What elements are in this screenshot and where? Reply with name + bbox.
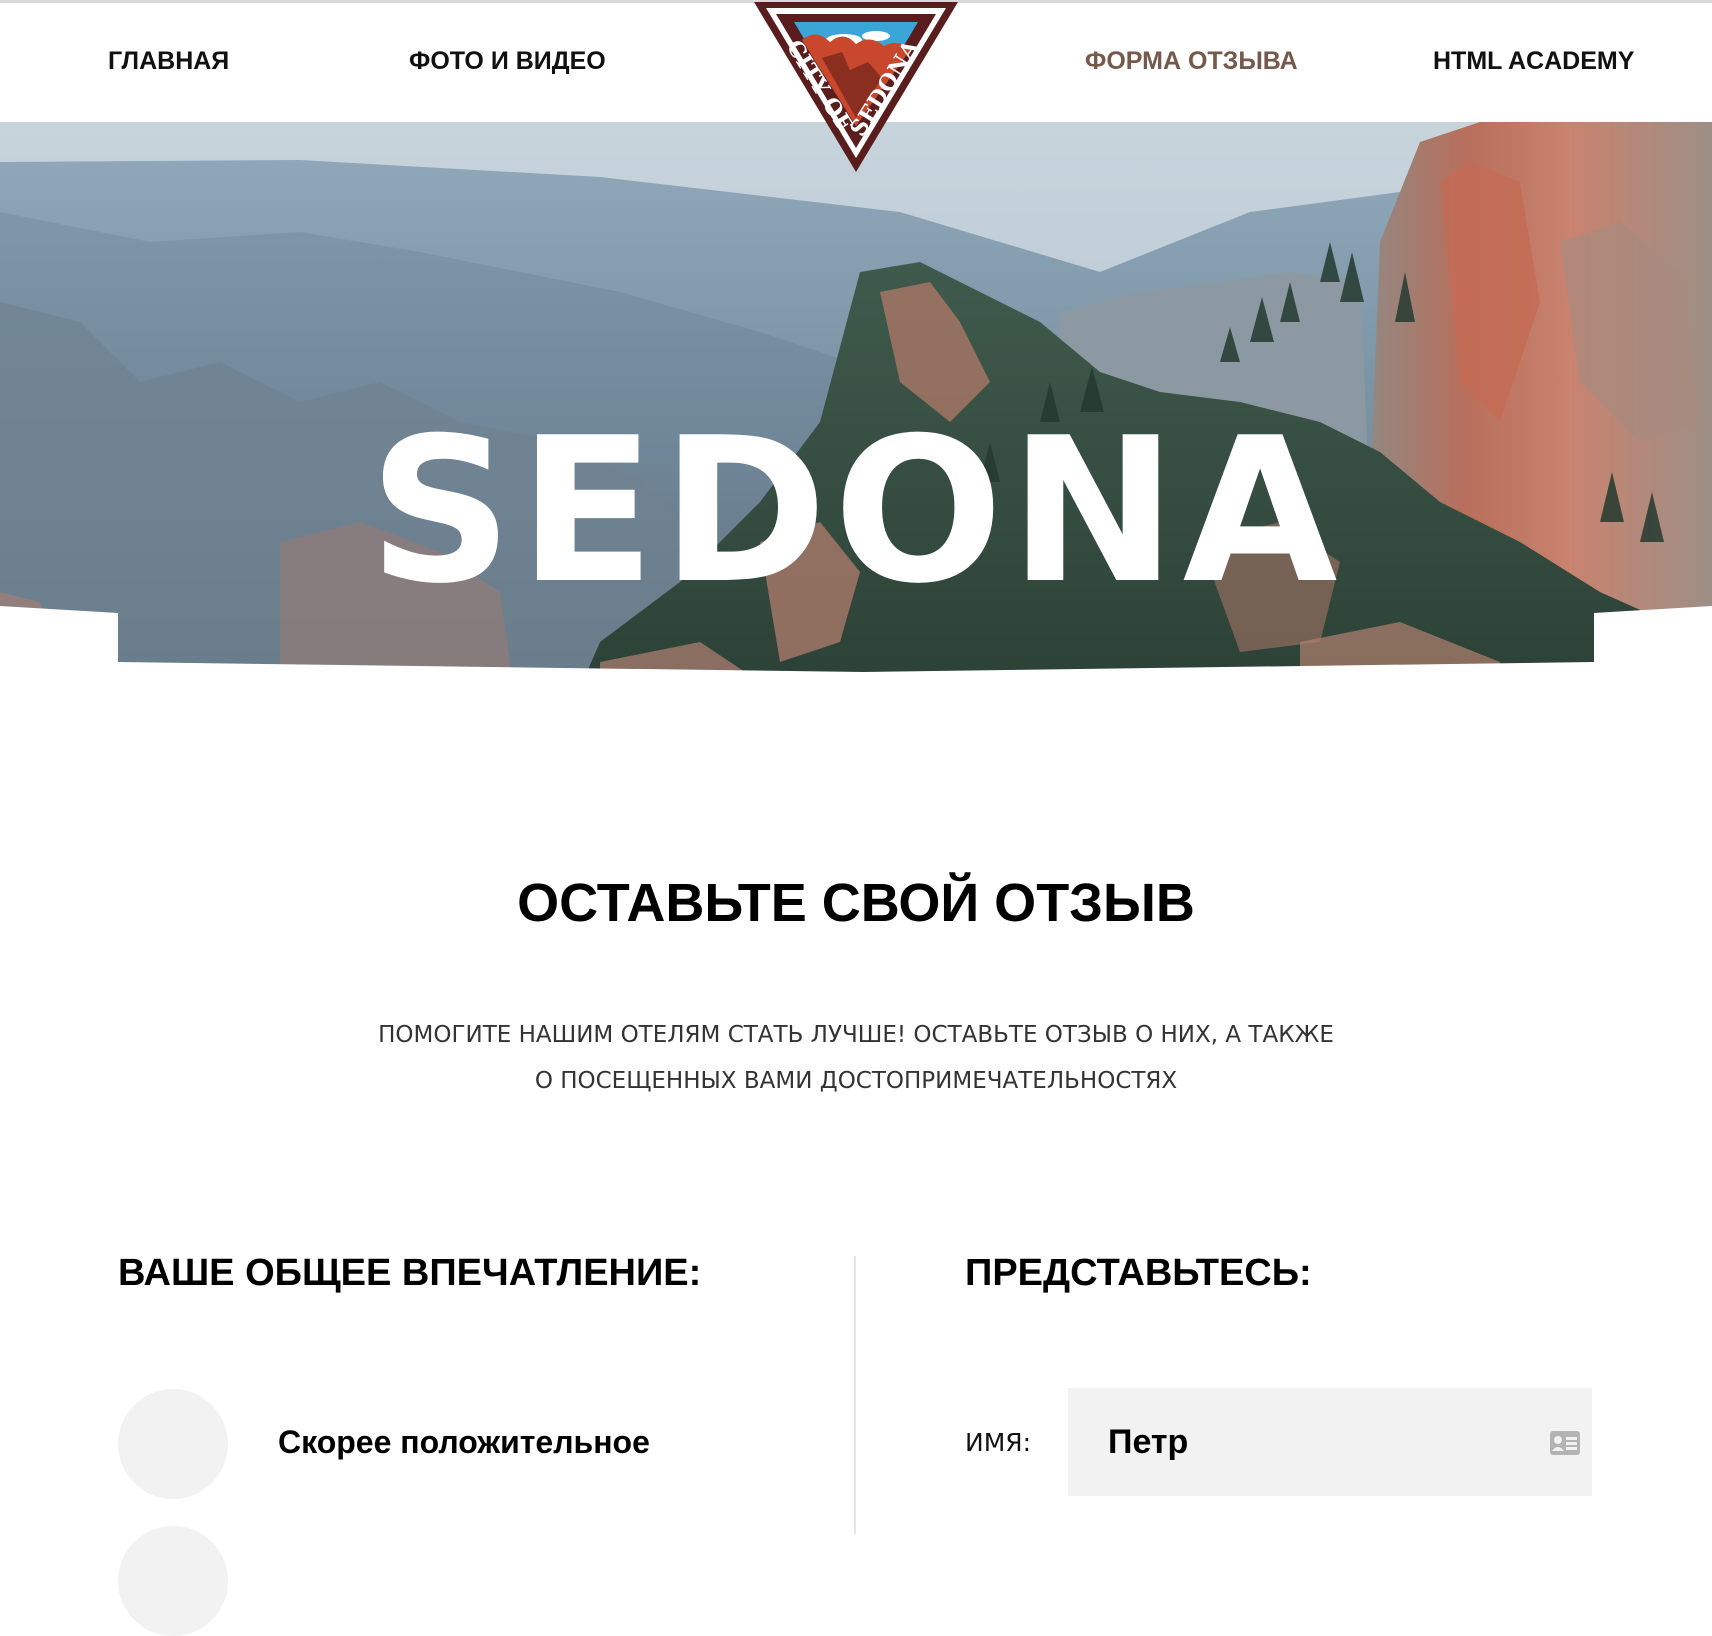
impression-radio-next[interactable] <box>118 1526 228 1636</box>
column-divider <box>854 1256 856 1534</box>
review-subtitle-line1: ПОМОГИТЕ НАШИМ ОТЕЛЯМ СТАТЬ ЛУЧШЕ! ОСТАВ… <box>378 1022 1334 1048</box>
nav-link-html-academy[interactable]: HTML ACADEMY <box>1433 47 1634 76</box>
review-title: ОСТАВЬТЕ СВОЙ ОТЗЫВ <box>517 873 1195 933</box>
introduce-heading: ПРЕДСТАВЬТЕСЬ: <box>965 1252 1312 1294</box>
city-of-sedona-logo[interactable]: CITY OF SEDONA <box>752 0 960 176</box>
hero-banner: SEDONA <box>0 122 1712 734</box>
review-subtitle-line2: О ПОСЕЩЕННЫХ ВАМИ ДОСТОПРИМЕЧАТЕЛЬНОСТЯХ <box>534 1068 1178 1094</box>
impression-option-label[interactable]: Скорее положительное <box>278 1424 650 1461</box>
nav-link-home[interactable]: ГЛАВНАЯ <box>108 47 229 76</box>
impression-heading: ВАШЕ ОБЩЕЕ ВПЕЧАТЛЕНИЕ: <box>118 1252 702 1294</box>
id-card-icon <box>1550 1431 1580 1455</box>
review-subtitle: ПОМОГИТЕ НАШИМ ОТЕЛЯМ СТАТЬ ЛУЧШЕ! ОСТАВ… <box>0 1012 1712 1104</box>
impression-radio-positive[interactable] <box>118 1389 228 1499</box>
name-input[interactable] <box>1068 1388 1592 1496</box>
name-field-label: ИМЯ: <box>965 1428 1032 1457</box>
nav-link-photo-video[interactable]: ФОТО И ВИДЕО <box>409 47 606 76</box>
nav-link-review-form[interactable]: ФОРМА ОТЗЫВА <box>1085 47 1298 76</box>
hero-title: SEDONA <box>368 395 1344 628</box>
